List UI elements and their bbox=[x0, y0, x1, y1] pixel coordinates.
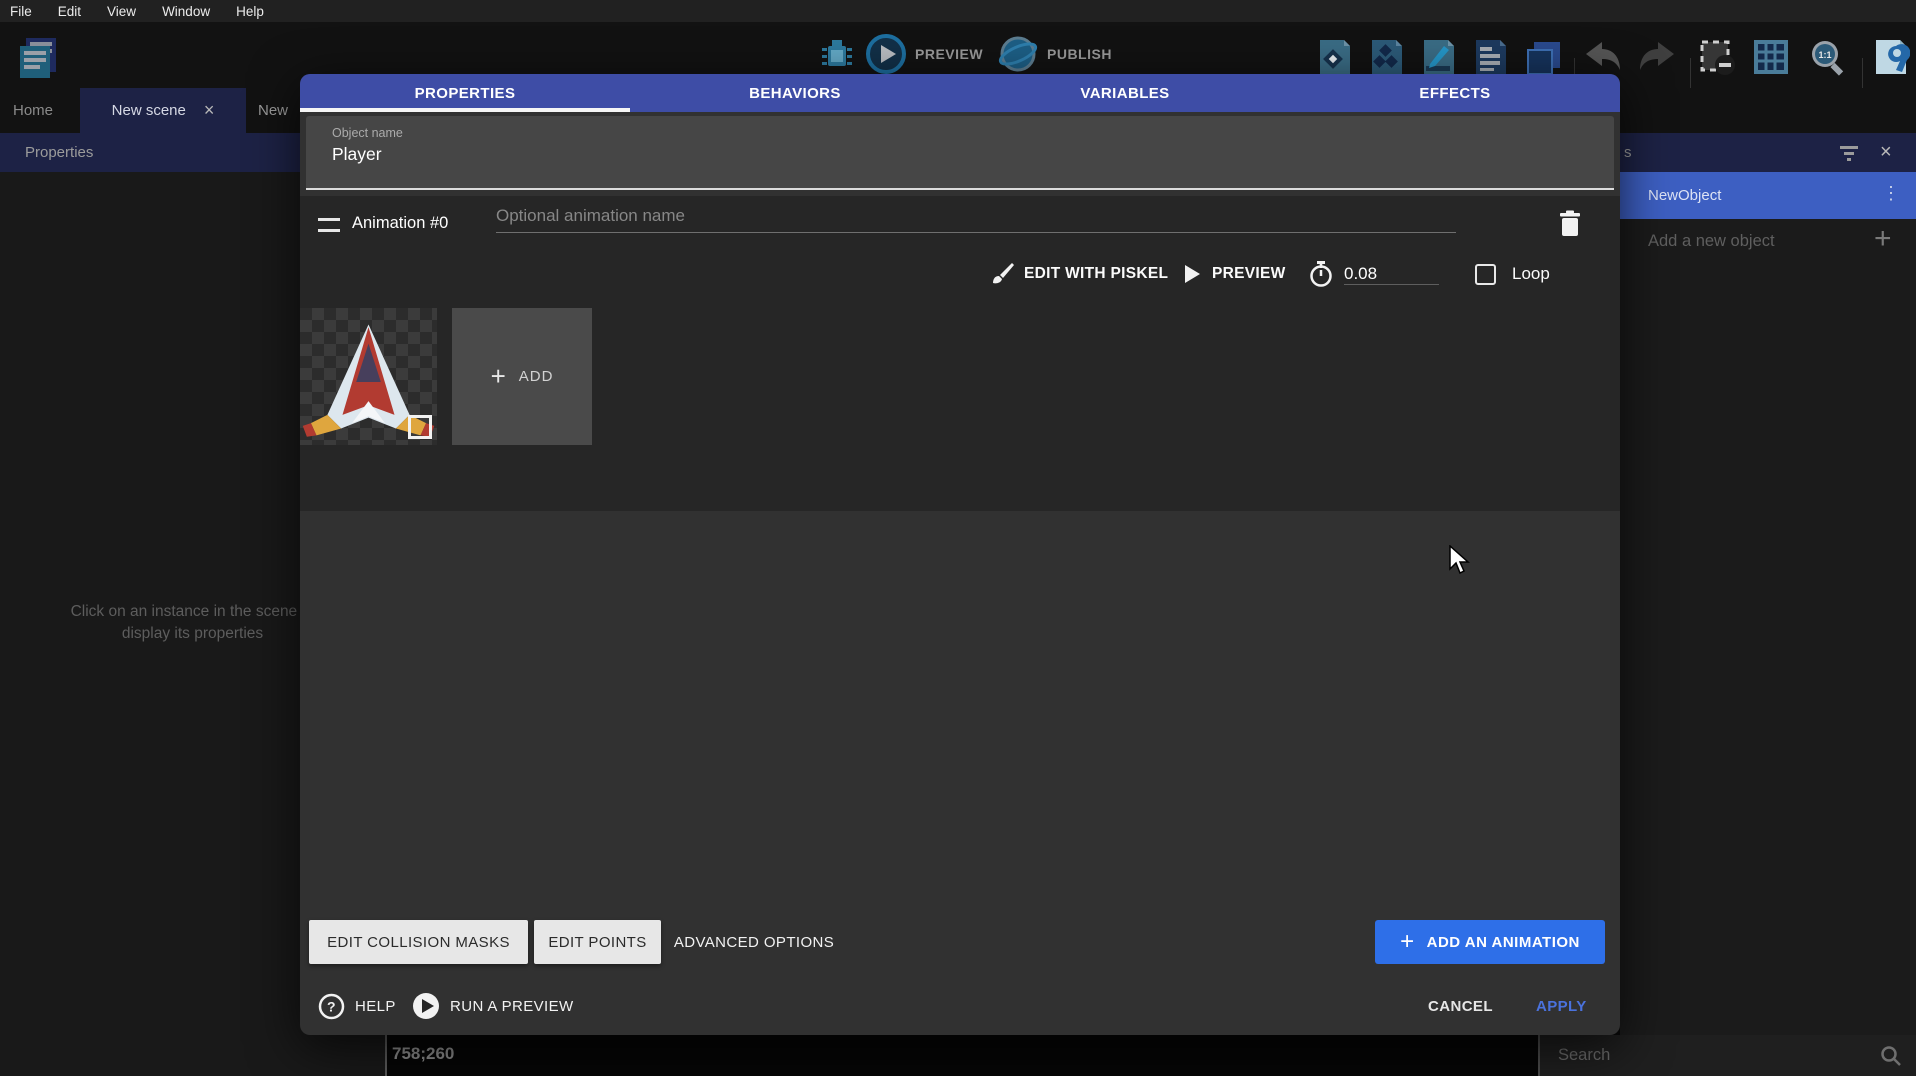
deselect-mask-icon[interactable] bbox=[1698, 38, 1736, 76]
scene-settings-icon[interactable] bbox=[1872, 38, 1910, 76]
search-input[interactable] bbox=[1540, 1046, 1860, 1065]
objects-list-icon[interactable] bbox=[1368, 38, 1406, 76]
play-icon bbox=[1182, 263, 1202, 285]
object-editor-dialog: PROPERTIES BEHAVIORS VARIABLES EFFECTS O… bbox=[300, 74, 1620, 1035]
close-panel-icon[interactable]: × bbox=[1880, 141, 1892, 164]
debug-icon[interactable] bbox=[818, 36, 856, 74]
object-row-menu-icon[interactable]: ⋮ bbox=[1882, 183, 1900, 204]
animation-name-field bbox=[496, 206, 1456, 233]
edit-points-button[interactable]: EDIT POINTS bbox=[534, 920, 661, 964]
loop-toggle[interactable]: Loop bbox=[1475, 254, 1550, 294]
advanced-options-button[interactable]: ADVANCED OPTIONS bbox=[656, 920, 852, 964]
add-object-plus-icon: + bbox=[1874, 222, 1892, 256]
search-bar bbox=[1538, 1035, 1916, 1076]
filter-icon[interactable] bbox=[1838, 144, 1860, 162]
preview-animation-button[interactable]: PREVIEW bbox=[1182, 254, 1286, 294]
layers-icon[interactable] bbox=[1524, 38, 1562, 76]
tab-home[interactable]: Home bbox=[0, 88, 66, 133]
edit-with-piskel-button[interactable]: EDIT WITH PISKEL bbox=[988, 254, 1168, 294]
drag-handle-icon[interactable] bbox=[318, 218, 340, 232]
cancel-button[interactable]: CANCEL bbox=[1428, 986, 1493, 1026]
tab-effects[interactable]: EFFECTS bbox=[1290, 74, 1620, 112]
grid-icon[interactable] bbox=[1752, 38, 1790, 76]
run-a-preview-button[interactable]: RUN A PREVIEW bbox=[412, 986, 574, 1026]
plus-icon: + bbox=[1400, 928, 1415, 956]
tab-behaviors[interactable]: BEHAVIORS bbox=[630, 74, 960, 112]
preview-play-icon bbox=[866, 34, 906, 74]
tab-properties[interactable]: PROPERTIES bbox=[300, 74, 630, 112]
delete-animation-button[interactable] bbox=[1552, 206, 1588, 242]
object-row-selected[interactable]: NewObject ⋮ bbox=[1620, 172, 1916, 219]
add-object-icon[interactable] bbox=[1316, 38, 1354, 76]
help-icon: ? bbox=[318, 993, 345, 1020]
add-frame-button[interactable]: + ADD bbox=[452, 308, 592, 445]
undo-icon[interactable] bbox=[1584, 38, 1624, 76]
animation-name-input[interactable] bbox=[496, 206, 1456, 233]
menu-help[interactable]: Help bbox=[236, 4, 264, 19]
project-manager-icon[interactable] bbox=[14, 34, 62, 82]
tab-new-scene[interactable]: New scene × bbox=[80, 88, 246, 133]
dialog-tab-bar: PROPERTIES BEHAVIORS VARIABLES EFFECTS bbox=[300, 74, 1620, 112]
add-an-animation-button[interactable]: + ADD AN ANIMATION bbox=[1375, 920, 1605, 964]
tab-variables[interactable]: VARIABLES bbox=[960, 74, 1290, 112]
preview-label: PREVIEW bbox=[915, 46, 983, 62]
svg-text:?: ? bbox=[327, 998, 336, 1014]
app-window: File Edit View Window Help bbox=[0, 0, 1916, 1076]
animation-header-row: Animation #0 bbox=[300, 206, 1620, 248]
timer-icon bbox=[1308, 260, 1334, 288]
menu-bar: File Edit View Window Help bbox=[0, 0, 1916, 22]
statusbar-separator bbox=[385, 1035, 387, 1076]
frame-thumbnail[interactable] bbox=[300, 308, 437, 445]
apply-button[interactable]: APPLY bbox=[1536, 986, 1587, 1026]
frame-origin-marker[interactable] bbox=[408, 415, 432, 439]
animation-tools-row: EDIT WITH PISKEL PREVIEW bbox=[300, 254, 1620, 294]
object-name-input[interactable] bbox=[332, 144, 1532, 165]
status-bar: 758;260 bbox=[385, 1035, 1916, 1076]
animation-section: Animation #0 bbox=[300, 196, 1620, 511]
menu-edit[interactable]: Edit bbox=[58, 4, 81, 19]
dialog-footer: ? HELP RUN A PREVIEW CANCEL APPLY bbox=[300, 978, 1620, 1035]
publish-planet-icon bbox=[998, 34, 1038, 74]
publish-label: PUBLISH bbox=[1047, 46, 1112, 62]
search-icon[interactable] bbox=[1880, 1045, 1902, 1067]
run-preview-icon bbox=[412, 992, 440, 1020]
object-name-label: Object name bbox=[332, 126, 1614, 140]
cursor-coordinates: 758;260 bbox=[392, 1044, 454, 1064]
objects-panel: s × NewObject ⋮ Add a new object + bbox=[1620, 133, 1916, 1035]
trash-icon bbox=[1558, 210, 1582, 238]
menu-file[interactable]: File bbox=[10, 4, 32, 19]
edit-scene-icon[interactable] bbox=[1420, 38, 1458, 76]
brush-icon bbox=[988, 261, 1014, 287]
frames-strip: + ADD bbox=[300, 308, 1620, 498]
animation-title: Animation #0 bbox=[352, 214, 448, 233]
redo-icon[interactable] bbox=[1636, 38, 1676, 76]
tab-close-icon[interactable]: × bbox=[204, 100, 215, 121]
menu-window[interactable]: Window bbox=[162, 4, 210, 19]
loop-checkbox-icon[interactable] bbox=[1475, 264, 1496, 285]
help-button[interactable]: ? HELP bbox=[318, 986, 396, 1026]
plus-icon: + bbox=[491, 361, 507, 392]
toolbar-publish-button[interactable]: PUBLISH bbox=[998, 34, 1112, 74]
toolbar-preview-button[interactable]: PREVIEW bbox=[866, 34, 983, 74]
events-sheet-icon[interactable] bbox=[1472, 38, 1510, 76]
edit-collision-masks-button[interactable]: EDIT COLLISION MASKS bbox=[309, 920, 528, 964]
active-tab-underline bbox=[300, 108, 630, 112]
zoom-1-1-icon[interactable]: 1:1 bbox=[1808, 38, 1848, 78]
objects-panel-header: s × bbox=[1620, 133, 1916, 172]
svg-text:1:1: 1:1 bbox=[1818, 50, 1831, 60]
time-between-frames-input[interactable] bbox=[1344, 264, 1439, 285]
add-object-row[interactable]: Add a new object + bbox=[1620, 219, 1916, 263]
object-name-field[interactable]: Object name bbox=[306, 116, 1614, 190]
menu-view[interactable]: View bbox=[107, 4, 136, 19]
time-between-frames-field bbox=[1308, 254, 1439, 294]
